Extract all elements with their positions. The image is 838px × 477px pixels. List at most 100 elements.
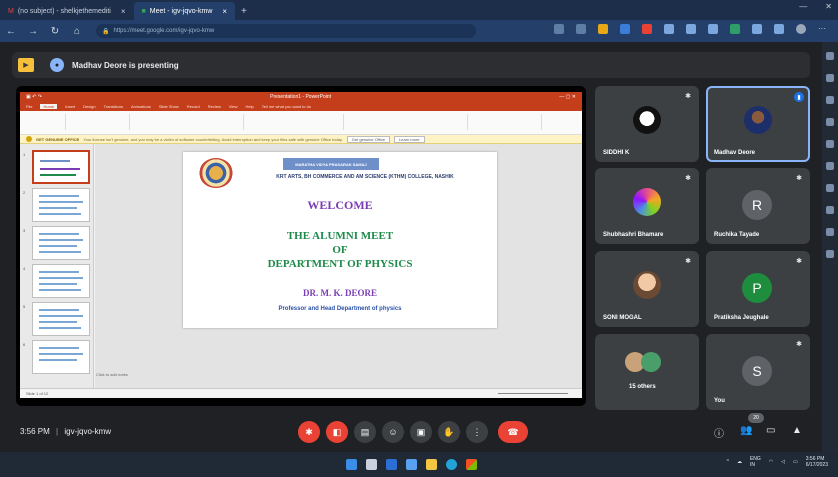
window-controls: — ✕ [799, 2, 832, 11]
new-tab-button[interactable]: + [235, 2, 253, 20]
minimize-icon[interactable]: — [799, 2, 807, 11]
warning-icon [26, 136, 32, 142]
info-icon[interactable]: ⓘ [714, 425, 724, 440]
thumb-number: 4 [23, 266, 26, 271]
raise-hand-button[interactable]: ✋ [438, 421, 460, 443]
start-icon[interactable] [346, 459, 357, 470]
url-field[interactable]: 🔒 https://meet.google.com/igv-jqvo-kmw [96, 24, 476, 38]
presenting-banner: ▶ ● Madhav Deore is presenting [12, 52, 810, 78]
language-indicator[interactable]: ENG IN [750, 456, 761, 468]
slide-welcome: WELCOME [307, 198, 373, 212]
drop-icon[interactable] [826, 228, 834, 236]
read-aloud-icon[interactable] [576, 24, 586, 34]
thumb-number: 3 [23, 228, 26, 233]
cloud-icon[interactable]: ☁ [737, 459, 742, 465]
browser-tab-meet[interactable]: ■ Meet - igv-jqvo-kmw × [133, 2, 236, 20]
avatar [744, 106, 772, 134]
profile-icon[interactable] [796, 24, 806, 34]
people-icon[interactable]: 👥 [740, 425, 752, 436]
edge-browser-icon[interactable] [446, 459, 457, 470]
font-group [134, 114, 244, 130]
separator: | [56, 427, 59, 436]
present-button[interactable]: ▣ [410, 421, 432, 443]
close-icon[interactable]: × [222, 7, 227, 16]
participant-tile-pratiksha[interactable]: P ✱ Pratiksha Jeughale [706, 251, 810, 327]
search-icon[interactable] [366, 459, 377, 470]
store-icon[interactable] [466, 459, 477, 470]
ppt-status-text: Slide 1 of 12 [26, 391, 49, 396]
slide-thumbnail [32, 264, 90, 298]
mic-toggle-button[interactable]: ✱ [298, 421, 320, 443]
close-icon[interactable]: × [121, 7, 126, 16]
edge-sidebar [822, 42, 838, 477]
browser-tab-gmail[interactable]: M (no subject) - shelkjethemediti × [0, 2, 134, 20]
participant-tile-siddhi[interactable]: ✱ SIDDHI K [595, 86, 699, 162]
participant-tile-others[interactable]: 15 others [595, 334, 699, 410]
screen: { "browser": { "tabs": [ {"label": "(no … [0, 0, 838, 477]
extension-icon[interactable] [664, 24, 674, 34]
thumb-number: 2 [23, 190, 26, 195]
captions-button[interactable]: ▤ [354, 421, 376, 443]
participant-name: Shubhashri Bhamare [603, 232, 664, 238]
avatar: ● [50, 58, 64, 72]
chat-icon[interactable]: ▭ [766, 425, 775, 436]
file-explorer-icon[interactable] [426, 459, 437, 470]
extension-icon[interactable] [774, 24, 784, 34]
extension-icon[interactable] [730, 24, 740, 34]
current-slide: MARATHA VIDYA PRASARAK SAMAJ KRT ARTS, B… [183, 152, 497, 328]
reload-icon[interactable]: ↻ [44, 26, 66, 37]
add-icon[interactable] [826, 250, 834, 258]
reactions-button[interactable]: ☺ [382, 421, 404, 443]
collections-icon[interactable] [708, 24, 718, 34]
participant-tile-ruchika[interactable]: R ✱ Ruchika Tayade [706, 168, 810, 244]
leave-call-button[interactable]: ☎ [498, 421, 528, 443]
camera-toggle-button[interactable]: ◧ [326, 421, 348, 443]
participant-tile-shubhashri[interactable]: ✱ Shubhashri Bhamare [595, 168, 699, 244]
emoji-icon: ☺ [388, 427, 398, 437]
clock[interactable]: 3:56 PM 6/17/2023 [806, 456, 828, 468]
tools-icon[interactable] [826, 96, 834, 104]
forward-icon[interactable]: → [22, 26, 44, 37]
extension-icon[interactable] [598, 24, 608, 34]
more-options-button[interactable]: ⋮ [466, 421, 488, 443]
extension-icon[interactable] [752, 24, 762, 34]
activities-icon[interactable]: ▲ [792, 425, 802, 436]
close-window-icon[interactable]: ✕ [825, 2, 832, 11]
task-view-icon[interactable] [386, 459, 397, 470]
send-icon[interactable] [826, 206, 834, 214]
presentation-tile[interactable]: ▣ ↶ ↷ Presentation1 - PowerPoint — ▢ ✕ F… [16, 86, 586, 406]
participant-tile-you[interactable]: S ✱ You [706, 334, 810, 410]
wifi-icon[interactable]: ◠ [769, 459, 773, 465]
extension-icon[interactable] [642, 24, 652, 34]
slide-canvas-area: MARATHA VIDYA PRASARAK SAMAJ KRT ARTS, B… [95, 144, 582, 388]
volume-icon[interactable]: ◁ [781, 459, 785, 465]
ppt-tab: Home [40, 104, 58, 109]
mic-off-icon: ✱ [796, 341, 802, 348]
battery-icon[interactable]: ▭ [793, 459, 798, 465]
avatar [633, 106, 661, 134]
discover-icon[interactable] [826, 74, 834, 82]
favorites-icon[interactable] [686, 24, 696, 34]
participant-tile-soni[interactable]: ✱ SONI MOGAL [595, 251, 699, 327]
powerpoint-window: ▣ ↶ ↷ Presentation1 - PowerPoint — ▢ ✕ F… [20, 92, 582, 398]
tab-label: Meet - igv-jqvo-kmw [149, 7, 213, 15]
widgets-icon[interactable] [406, 459, 417, 470]
shopping-icon[interactable] [826, 184, 834, 192]
participant-tile-madhav[interactable]: ▮ Madhav Deore [706, 86, 810, 162]
slide-header: MARATHA VIDYA PRASARAK SAMAJ [283, 158, 379, 170]
games-icon[interactable] [826, 162, 834, 170]
extension-icon[interactable] [620, 24, 630, 34]
ppt-tab: Insert [65, 104, 76, 109]
ppt-tab: Slide Show [158, 104, 179, 109]
more-icon[interactable]: ··· [818, 24, 828, 34]
search-icon[interactable] [826, 52, 834, 60]
camera-icon[interactable] [554, 24, 564, 34]
chevron-up-icon[interactable]: ^ [727, 459, 729, 465]
ppt-status-bar: Slide 1 of 12 [20, 388, 582, 398]
outlook-icon[interactable] [826, 140, 834, 148]
back-icon[interactable]: ← [0, 26, 22, 37]
office-icon[interactable] [826, 118, 834, 126]
home-icon[interactable]: ⌂ [66, 26, 88, 37]
ppt-ribbon-tabs: File Home Insert Design Transitions Anim… [20, 102, 582, 111]
meet-control-bar: 3:56 PM | igv-jqvo-kmw ✱ ◧ ▤ ☺ ▣ ✋ ⋮ ☎ 2… [0, 412, 822, 452]
